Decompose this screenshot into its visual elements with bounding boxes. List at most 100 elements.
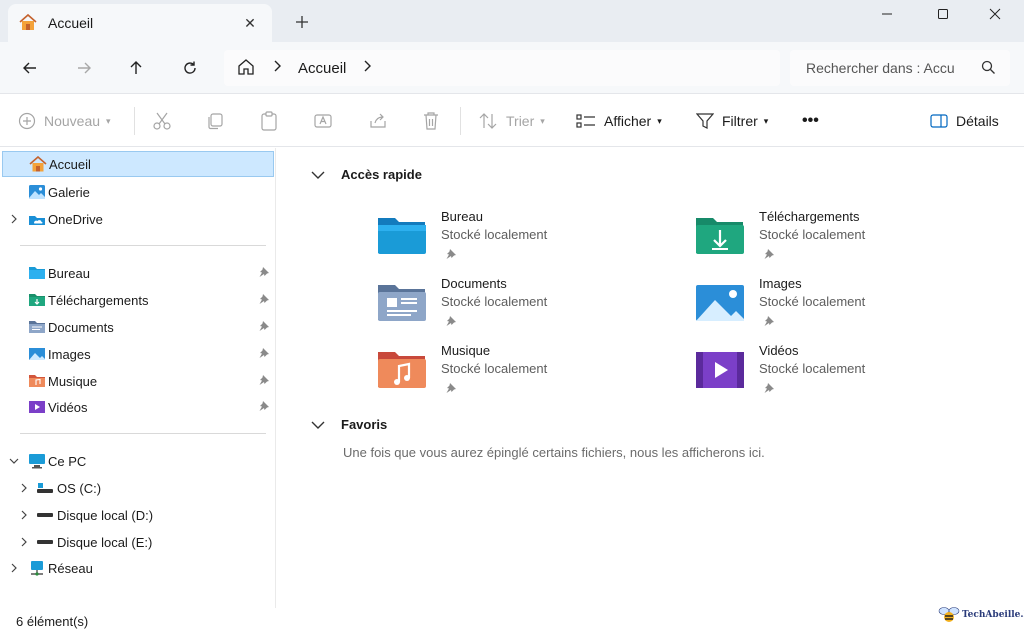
delete-button[interactable] bbox=[422, 107, 440, 135]
copy-button[interactable] bbox=[206, 107, 224, 135]
search-input[interactable] bbox=[806, 60, 966, 76]
more-icon: ••• bbox=[802, 112, 819, 129]
sidebar-item-reseau[interactable]: Réseau bbox=[2, 555, 274, 581]
sidebar-item-documents[interactable]: Documents bbox=[2, 314, 274, 340]
home-icon[interactable] bbox=[236, 57, 256, 80]
sidebar-item-ce-pc[interactable]: Ce PC bbox=[2, 448, 274, 474]
up-button[interactable] bbox=[122, 54, 150, 82]
sort-button[interactable]: Trier ▾ bbox=[478, 107, 545, 135]
music-folder-icon bbox=[28, 373, 46, 389]
sidebar-item-label: Galerie bbox=[48, 184, 90, 200]
chevron-right-icon[interactable] bbox=[362, 59, 372, 77]
maximize-button[interactable] bbox=[920, 0, 966, 28]
chevron-right-icon[interactable] bbox=[18, 510, 30, 520]
documents-folder-icon bbox=[28, 319, 46, 335]
quick-access-item-bureau[interactable]: Bureau Stocké localement bbox=[377, 209, 677, 269]
more-options-button[interactable]: ••• bbox=[802, 107, 819, 135]
refresh-button[interactable] bbox=[176, 54, 204, 82]
filter-button[interactable]: Filtrer ▾ bbox=[696, 107, 768, 135]
quick-access-item-documents[interactable]: Documents Stocké localement bbox=[377, 276, 677, 336]
scissors-icon bbox=[153, 112, 171, 130]
pictures-folder-icon bbox=[696, 285, 744, 321]
chevron-right-icon[interactable] bbox=[272, 59, 282, 77]
pin-icon[interactable] bbox=[258, 293, 270, 308]
navigation-pane: Accueil Galerie OneDrive Bureau Téléchar… bbox=[0, 148, 276, 608]
sidebar-item-videos[interactable]: Vidéos bbox=[2, 394, 274, 420]
videos-folder-icon bbox=[696, 352, 744, 388]
quick-access-header[interactable]: Accès rapide bbox=[311, 167, 422, 182]
item-name: Images bbox=[759, 276, 802, 291]
system-drive-icon bbox=[36, 480, 54, 496]
music-folder-icon bbox=[378, 352, 426, 388]
new-tab-button[interactable] bbox=[290, 10, 314, 34]
quick-access-item-musique[interactable]: Musique Stocké localement bbox=[377, 343, 677, 403]
tab-title: Accueil bbox=[48, 15, 94, 31]
pin-icon[interactable] bbox=[258, 320, 270, 335]
search-box[interactable] bbox=[790, 50, 1010, 86]
chevron-right-icon[interactable] bbox=[18, 483, 30, 493]
search-icon[interactable] bbox=[981, 60, 996, 78]
favorites-header[interactable]: Favoris bbox=[311, 417, 387, 432]
close-tab-icon[interactable]: ✕ bbox=[240, 13, 260, 33]
chevron-right-icon[interactable] bbox=[8, 563, 20, 573]
item-name: Documents bbox=[441, 276, 507, 291]
chevron-right-icon[interactable] bbox=[8, 214, 20, 224]
minimize-icon bbox=[882, 13, 892, 15]
drive-icon bbox=[36, 507, 54, 523]
forward-button[interactable] bbox=[70, 54, 98, 82]
arrow-up-icon bbox=[130, 61, 142, 74]
item-location: Stocké localement bbox=[441, 361, 548, 376]
new-button[interactable]: Nouveau ▾ bbox=[18, 107, 111, 135]
pin-icon[interactable] bbox=[258, 266, 270, 281]
item-location: Stocké localement bbox=[759, 227, 866, 242]
sidebar-item-bureau[interactable]: Bureau bbox=[2, 260, 274, 286]
view-button[interactable]: Afficher ▾ bbox=[576, 107, 662, 135]
minimize-button[interactable] bbox=[864, 0, 910, 28]
command-bar: Nouveau ▾ Trier ▾ Afficher ▾ Filtrer ▾ •… bbox=[0, 95, 1024, 147]
sidebar-item-telechargements[interactable]: Téléchargements bbox=[2, 287, 274, 313]
close-window-button[interactable] bbox=[972, 0, 1018, 28]
quick-access-item-telechargements[interactable]: Téléchargements Stocké localement bbox=[695, 209, 995, 269]
quick-access-item-videos[interactable]: Vidéos Stocké localement bbox=[695, 343, 995, 403]
details-button[interactable]: Détails bbox=[930, 107, 999, 135]
chevron-down-icon[interactable] bbox=[8, 457, 20, 465]
sidebar-item-drive-c[interactable]: OS (C:) bbox=[2, 475, 274, 501]
pin-icon[interactable] bbox=[258, 374, 270, 389]
share-icon bbox=[370, 113, 386, 128]
sidebar-item-accueil[interactable]: Accueil bbox=[2, 151, 274, 177]
desktop-folder-icon bbox=[28, 265, 46, 281]
rename-button[interactable] bbox=[313, 107, 333, 135]
pin-icon bbox=[763, 315, 775, 330]
watermark-logo: TechAbeille.FR bbox=[938, 606, 1024, 624]
share-button[interactable] bbox=[368, 107, 388, 135]
sidebar-item-galerie[interactable]: Galerie bbox=[2, 179, 274, 205]
chevron-down-icon bbox=[311, 171, 325, 179]
sidebar-item-musique[interactable]: Musique bbox=[2, 368, 274, 394]
sidebar-item-onedrive[interactable]: OneDrive bbox=[2, 206, 274, 232]
cut-button[interactable] bbox=[152, 107, 172, 135]
toolbar-divider bbox=[134, 107, 135, 135]
item-count: 6 élément(s) bbox=[16, 614, 89, 629]
sidebar-item-drive-e[interactable]: Disque local (E:) bbox=[2, 529, 274, 555]
chevron-down-icon: ▾ bbox=[763, 115, 769, 126]
sidebar-item-label: Images bbox=[48, 346, 91, 362]
sidebar-item-images[interactable]: Images bbox=[2, 341, 274, 367]
quick-access-title: Accès rapide bbox=[341, 167, 422, 182]
rename-icon bbox=[314, 114, 332, 128]
pin-icon bbox=[445, 382, 457, 397]
sidebar-item-label: Réseau bbox=[48, 560, 93, 576]
back-button[interactable] bbox=[16, 54, 44, 82]
address-bar[interactable]: Accueil bbox=[224, 50, 780, 86]
sidebar-item-drive-d[interactable]: Disque local (D:) bbox=[2, 502, 274, 528]
chevron-right-icon[interactable] bbox=[18, 537, 30, 547]
pin-icon[interactable] bbox=[258, 400, 270, 415]
plus-circle-icon bbox=[18, 112, 36, 130]
breadcrumb-accueil[interactable]: Accueil bbox=[298, 60, 346, 77]
network-icon bbox=[28, 560, 46, 576]
close-icon bbox=[989, 8, 1001, 20]
pin-icon[interactable] bbox=[258, 347, 270, 362]
tab-accueil[interactable]: Accueil ✕ bbox=[8, 4, 272, 42]
sidebar-item-label: Disque local (E:) bbox=[57, 534, 153, 550]
paste-button[interactable] bbox=[260, 107, 278, 135]
quick-access-item-images[interactable]: Images Stocké localement bbox=[695, 276, 995, 336]
